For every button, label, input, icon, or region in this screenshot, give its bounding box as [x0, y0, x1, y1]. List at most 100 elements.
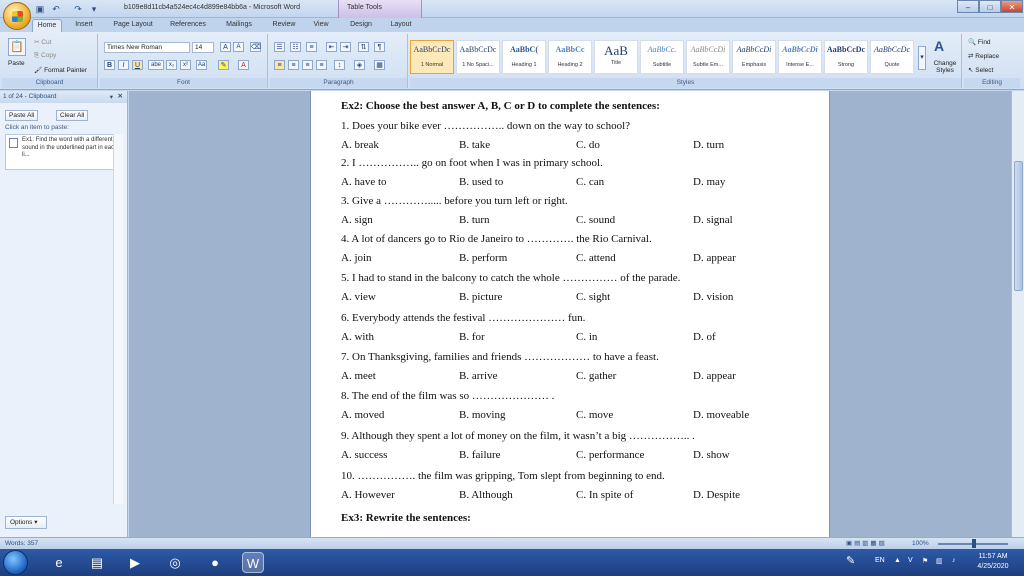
- copy-button[interactable]: ⎘ Copy: [34, 52, 56, 60]
- change-case-icon[interactable]: Aa: [196, 60, 207, 70]
- shading-icon[interactable]: ◈: [354, 60, 365, 70]
- sort-icon[interactable]: ⇅: [358, 42, 369, 52]
- style-no-spacing[interactable]: AaBbCcDc 1 No Spaci...: [456, 40, 500, 74]
- paste-all-button[interactable]: Paste All: [5, 110, 39, 121]
- style-strong[interactable]: AaBbCcDc Strong: [824, 40, 868, 74]
- superscript-icon[interactable]: x²: [180, 60, 191, 70]
- maximize-button[interactable]: □: [979, 0, 1001, 13]
- align-right-icon[interactable]: ≡: [302, 60, 313, 70]
- scroll-thumb[interactable]: [1014, 161, 1023, 291]
- increase-indent-icon[interactable]: ⇥: [340, 42, 351, 52]
- document-page[interactable]: Ex2: Choose the best answer A, B, C or D…: [310, 91, 830, 537]
- clear-all-button[interactable]: Clear All: [56, 110, 89, 121]
- clipboard-scrollbar[interactable]: [113, 134, 123, 504]
- tab-mailings[interactable]: Mailings: [218, 19, 260, 32]
- tab-references[interactable]: References: [164, 19, 212, 32]
- justify-icon[interactable]: ≡: [316, 60, 327, 70]
- options-button[interactable]: Options ▾: [5, 516, 47, 529]
- align-left-icon[interactable]: ≡: [274, 60, 285, 70]
- pane-close-icon[interactable]: ✕: [118, 92, 123, 100]
- line-spacing-icon[interactable]: ↕: [334, 60, 345, 70]
- zoom-slider-knob[interactable]: [972, 539, 976, 548]
- style-intense-emphasis[interactable]: AaBbCcDi Intense E...: [778, 40, 822, 74]
- tab-layout[interactable]: Layout: [384, 19, 418, 32]
- style-quote[interactable]: AaBbCcDc Quote: [870, 40, 914, 74]
- change-styles-button[interactable]: Change Styles: [930, 60, 960, 74]
- style-emphasis[interactable]: AaBbCcDi Emphasis: [732, 40, 776, 74]
- undo-icon[interactable]: ↶: [50, 3, 62, 15]
- start-button[interactable]: [3, 550, 28, 575]
- ribbon-tabs: Home Insert Page Layout References Maili…: [0, 18, 1024, 32]
- copy-icon: ⎘: [34, 52, 42, 59]
- minimize-button[interactable]: –: [957, 0, 979, 13]
- style-title[interactable]: AaB Title: [594, 40, 638, 74]
- clear-format-icon[interactable]: ⌫: [250, 42, 261, 52]
- style-subtle-emphasis[interactable]: AaBbCcDi Subtle Em...: [686, 40, 730, 74]
- table-tools-title: Table Tools: [338, 0, 422, 18]
- system-clock[interactable]: 11:57 AM 4/25/2020: [968, 552, 1018, 572]
- flag-icon[interactable]: ⚑: [922, 557, 928, 565]
- office-button[interactable]: [3, 2, 31, 30]
- customize-qat-icon[interactable]: ▾: [88, 3, 100, 15]
- close-button[interactable]: ✕: [1001, 0, 1023, 13]
- pane-menu-icon[interactable]: ▾: [110, 93, 113, 101]
- question-text: 1. Does your bike ever …………….. down on t…: [341, 120, 631, 132]
- internet-explorer-icon[interactable]: e: [48, 552, 70, 573]
- replace-button[interactable]: ⇄ Replace: [968, 52, 999, 60]
- tab-home[interactable]: Home: [32, 19, 62, 32]
- font-size-combo[interactable]: 14: [192, 42, 214, 53]
- network-icon[interactable]: ▥: [936, 557, 943, 565]
- view-buttons[interactable]: ▣▤▥▦▧: [846, 539, 887, 547]
- paste-icon[interactable]: 📋: [8, 38, 26, 56]
- numbering-icon[interactable]: ☷: [290, 42, 301, 52]
- styles-scroll-icon[interactable]: ▾: [918, 46, 926, 70]
- font-name-combo[interactable]: Times New Roman: [104, 42, 190, 53]
- decrease-indent-icon[interactable]: ⇤: [326, 42, 337, 52]
- show-marks-icon[interactable]: ¶: [374, 42, 385, 52]
- style-subtitle[interactable]: AaBbCc. Subtitle: [640, 40, 684, 74]
- shrink-font-icon[interactable]: A: [233, 42, 244, 52]
- vertical-scrollbar[interactable]: [1011, 91, 1024, 537]
- redo-icon[interactable]: ↷: [72, 3, 84, 15]
- grow-font-icon[interactable]: A: [220, 42, 231, 52]
- strikethrough-icon[interactable]: abe: [148, 60, 164, 70]
- italic-icon[interactable]: I: [118, 60, 129, 70]
- word-taskbar-icon[interactable]: W: [242, 552, 264, 573]
- language-indicator[interactable]: EN: [875, 557, 885, 564]
- tab-insert[interactable]: Insert: [68, 19, 100, 32]
- paste-button[interactable]: Paste: [8, 60, 25, 67]
- save-icon[interactable]: ▣: [34, 3, 46, 15]
- tab-design[interactable]: Design: [344, 19, 378, 32]
- underline-icon[interactable]: U: [132, 60, 143, 70]
- zoom-level[interactable]: 100%: [912, 540, 929, 547]
- tab-view[interactable]: View: [306, 19, 336, 32]
- clipboard-item[interactable]: Ex1: Find the word with a different soun…: [5, 134, 122, 170]
- volume-icon[interactable]: ♪: [952, 557, 956, 564]
- file-explorer-icon[interactable]: ▤: [86, 552, 108, 573]
- borders-icon[interactable]: ▦: [374, 60, 385, 70]
- cut-button[interactable]: ✂ Cut: [34, 38, 51, 46]
- firefox-icon[interactable]: ●: [204, 552, 226, 573]
- pen-icon[interactable]: ✎: [846, 554, 855, 567]
- select-button[interactable]: ↖ Select: [968, 66, 993, 74]
- align-center-icon[interactable]: ≡: [288, 60, 299, 70]
- format-painter-button[interactable]: 🖌 Format Painter: [34, 66, 87, 74]
- highlight-icon[interactable]: ✎: [218, 60, 229, 70]
- style-heading-1[interactable]: AaBbC(Heading 1: [502, 40, 546, 74]
- change-styles-icon[interactable]: A: [934, 38, 944, 54]
- font-color-icon[interactable]: A: [238, 60, 249, 70]
- style-normal[interactable]: AaBbCcDc 1 Normal: [410, 40, 454, 74]
- app-icon[interactable]: ◎: [164, 552, 186, 573]
- tab-review[interactable]: Review: [266, 19, 302, 32]
- tray-arrow-icon[interactable]: ▲: [894, 557, 901, 564]
- subscript-icon[interactable]: x₂: [166, 60, 177, 70]
- tab-page-layout[interactable]: Page Layout: [108, 19, 158, 32]
- bold-icon[interactable]: B: [104, 60, 115, 70]
- bullets-icon[interactable]: ☰: [274, 42, 285, 52]
- multilevel-list-icon[interactable]: ≡: [306, 42, 317, 52]
- style-heading-2[interactable]: AaBbCc Heading 2: [548, 40, 592, 74]
- find-button[interactable]: 🔍 Find: [968, 38, 991, 46]
- word-count[interactable]: Words: 357: [5, 540, 38, 547]
- media-player-icon[interactable]: ▶: [124, 552, 146, 573]
- antivirus-icon[interactable]: V: [908, 557, 913, 564]
